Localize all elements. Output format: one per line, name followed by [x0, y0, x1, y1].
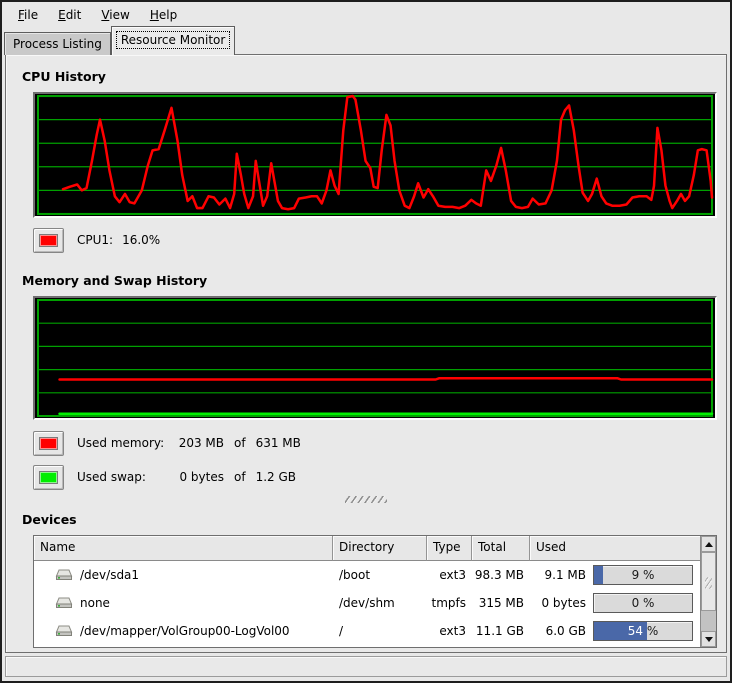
device-name-cell: /dev/mapper/VolGroup00-LogVol00 — [34, 617, 333, 645]
device-name-cell: /dev/sda1 — [34, 561, 333, 589]
device-total-cell: 315 MB — [472, 589, 530, 617]
swap-used-value: 0 bytes — [174, 470, 224, 484]
device-total-cell: 98.3 MB — [472, 561, 530, 589]
cpu-color-swatch — [39, 234, 58, 247]
column-header-used[interactable]: Used — [530, 536, 700, 561]
device-used-value: 9.1 MB — [545, 568, 586, 582]
swap-of-label: of — [234, 470, 246, 484]
cpu-history-chart — [33, 92, 717, 218]
memory-legend-label: Used memory: — [77, 436, 174, 450]
tab-process-listing-label: Process Listing — [13, 37, 102, 51]
menu-file[interactable]: File — [8, 5, 48, 25]
device-type-cell: tmpfs — [427, 589, 472, 617]
column-header-name[interactable]: Name — [34, 536, 333, 561]
device-name: /dev/sda1 — [80, 568, 139, 582]
tab-process-listing[interactable]: Process Listing — [4, 32, 111, 55]
device-directory-cell: /dev/shm — [333, 589, 427, 617]
tab-strip: Process Listing Resource Monitor — [2, 28, 730, 54]
cpu-legend-label: CPU1: — [77, 233, 113, 247]
usage-progress-bar: 9 %9 % — [593, 565, 693, 585]
swap-legend-label: Used swap: — [77, 470, 174, 484]
usage-percent-label: 9 % — [594, 566, 692, 584]
memory-legend: Used memory: 203 MB of 631 MB — [33, 430, 712, 456]
scroll-down-button[interactable] — [701, 631, 716, 647]
device-used-cell: 0 bytes 0 %0 % — [530, 589, 700, 617]
table-row[interactable]: /dev/sda1/bootext398.3 MB 9.1 MB 9 %9 % — [34, 561, 700, 589]
memory-total-value: 631 MB — [256, 436, 301, 450]
cpu-legend-value: 16.0% — [122, 233, 160, 247]
memory-of-label: of — [234, 436, 246, 450]
table-row[interactable]: none/dev/shmtmpfs315 MB 0 bytes 0 %0 % — [34, 589, 700, 617]
memory-color-button[interactable] — [33, 431, 64, 456]
device-type-cell: ext3 — [427, 561, 472, 589]
memory-swap-plot — [35, 298, 715, 418]
cpu-history-plot — [35, 94, 715, 216]
device-used-cell: 9.1 MB 9 %9 % — [530, 561, 700, 589]
column-header-total[interactable]: Total — [472, 536, 530, 561]
swap-color-button[interactable] — [33, 465, 64, 490]
table-row[interactable]: /dev/mapper/VolGroup00-LogVol00 /ext311.1… — [34, 617, 700, 645]
resource-monitor-panel: CPU History CPU1: 16.0% Memory and Swap … — [5, 54, 727, 653]
cpu-color-button[interactable] — [33, 228, 64, 253]
usage-percent-label: 0 % — [594, 594, 692, 612]
swap-color-swatch — [39, 471, 58, 484]
menu-edit[interactable]: Edit — [48, 5, 91, 25]
device-total-cell: 11.1 GB — [472, 617, 530, 645]
disk-icon — [55, 596, 73, 611]
memory-used-value: 203 MB — [174, 436, 224, 450]
device-used-cell: 6.0 GB 54 %54 % — [530, 617, 700, 645]
device-directory-cell: / — [333, 617, 427, 645]
scrollbar-trough[interactable] — [701, 611, 716, 631]
menu-view[interactable]: View — [91, 5, 139, 25]
pane-resize-grip[interactable] — [345, 496, 387, 503]
cpu-legend: CPU1: 16.0% — [33, 227, 712, 253]
usage-progress-bar: 0 %0 % — [593, 593, 693, 613]
scroll-up-button[interactable] — [701, 536, 716, 552]
device-name: none — [80, 596, 110, 610]
memory-color-swatch — [39, 437, 58, 450]
menu-help[interactable]: Help — [140, 5, 187, 25]
device-type-cell: ext3 — [427, 617, 472, 645]
devices-title: Devices — [22, 512, 712, 527]
status-bar — [5, 656, 727, 677]
focus-ring: Resource Monitor — [116, 31, 230, 49]
devices-table-header: Name Directory Type Total Used — [34, 536, 700, 561]
devices-table: Name Directory Type Total Used /dev/sda1… — [33, 535, 717, 648]
menu-bar: File Edit View Help — [2, 2, 730, 28]
device-used-value: 0 bytes — [541, 596, 586, 610]
devices-table-body: /dev/sda1/bootext398.3 MB 9.1 MB 9 %9 % non… — [34, 561, 700, 645]
swap-total-value: 1.2 GB — [256, 470, 296, 484]
system-monitor-window: File Edit View Help Process Listing Reso… — [0, 0, 732, 683]
down-arrow-icon — [705, 637, 713, 642]
column-header-directory[interactable]: Directory — [333, 536, 427, 561]
vertical-scrollbar[interactable] — [700, 536, 716, 647]
device-used-value: 6.0 GB — [546, 624, 586, 638]
scrollbar-thumb[interactable] — [701, 552, 716, 611]
device-directory-cell: /boot — [333, 561, 427, 589]
memory-swap-title: Memory and Swap History — [22, 273, 712, 288]
tab-resource-monitor[interactable]: Resource Monitor — [111, 26, 235, 55]
disk-icon — [55, 624, 73, 639]
tab-resource-monitor-label: Resource Monitor — [121, 33, 225, 47]
swap-legend: Used swap: 0 bytes of 1.2 GB — [33, 464, 712, 490]
device-name-cell: none — [34, 589, 333, 617]
memory-swap-chart — [33, 296, 717, 420]
usage-progress-bar: 54 %54 % — [593, 621, 693, 641]
device-name: /dev/mapper/VolGroup00-LogVol00 — [80, 624, 290, 638]
column-header-type[interactable]: Type — [427, 536, 472, 561]
cpu-history-title: CPU History — [22, 69, 712, 84]
disk-icon — [55, 568, 73, 583]
up-arrow-icon — [705, 542, 713, 547]
